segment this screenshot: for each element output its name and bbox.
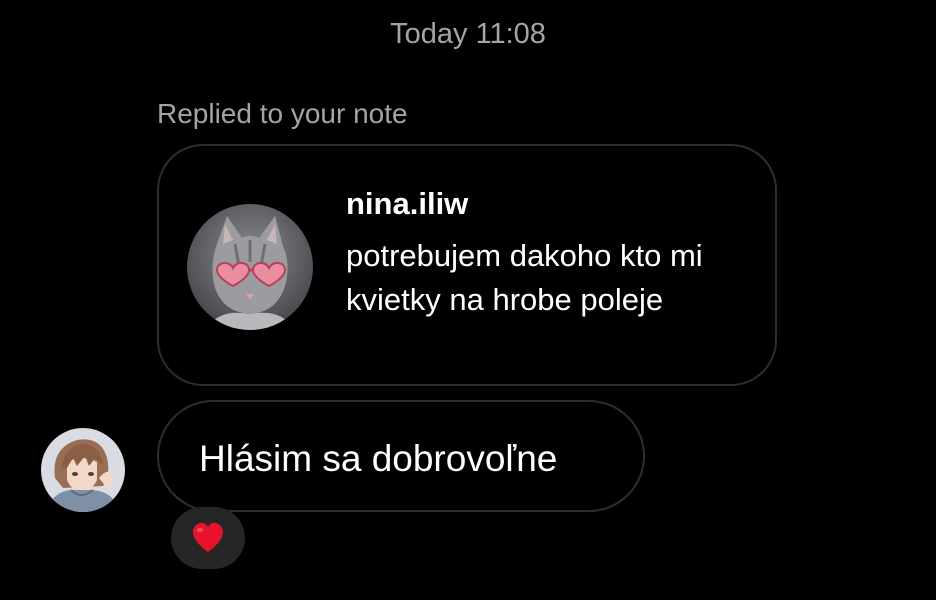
message-bubble[interactable]: Hlásim sa dobrovoľne xyxy=(157,400,645,512)
replied-note-card[interactable]: nina.iliw potrebujem dakoho kto mi kviet… xyxy=(157,144,777,386)
note-author-username[interactable]: nina.iliw xyxy=(346,186,468,222)
message-text: Hlásim sa dobrovoľne xyxy=(199,438,558,479)
note-text: potrebujem dakoho kto mi kvietky na hrob… xyxy=(346,238,703,317)
reply-context-label: Replied to your note xyxy=(157,98,408,129)
red-heart-icon xyxy=(193,523,223,552)
cat-avatar-icon xyxy=(187,204,313,330)
note-author-avatar[interactable] xyxy=(187,204,313,330)
reaction-pill[interactable] xyxy=(171,507,245,569)
sender-avatar[interactable] xyxy=(41,428,125,512)
anime-character-avatar-icon xyxy=(41,428,125,512)
timestamp: Today 11:08 xyxy=(390,18,546,50)
